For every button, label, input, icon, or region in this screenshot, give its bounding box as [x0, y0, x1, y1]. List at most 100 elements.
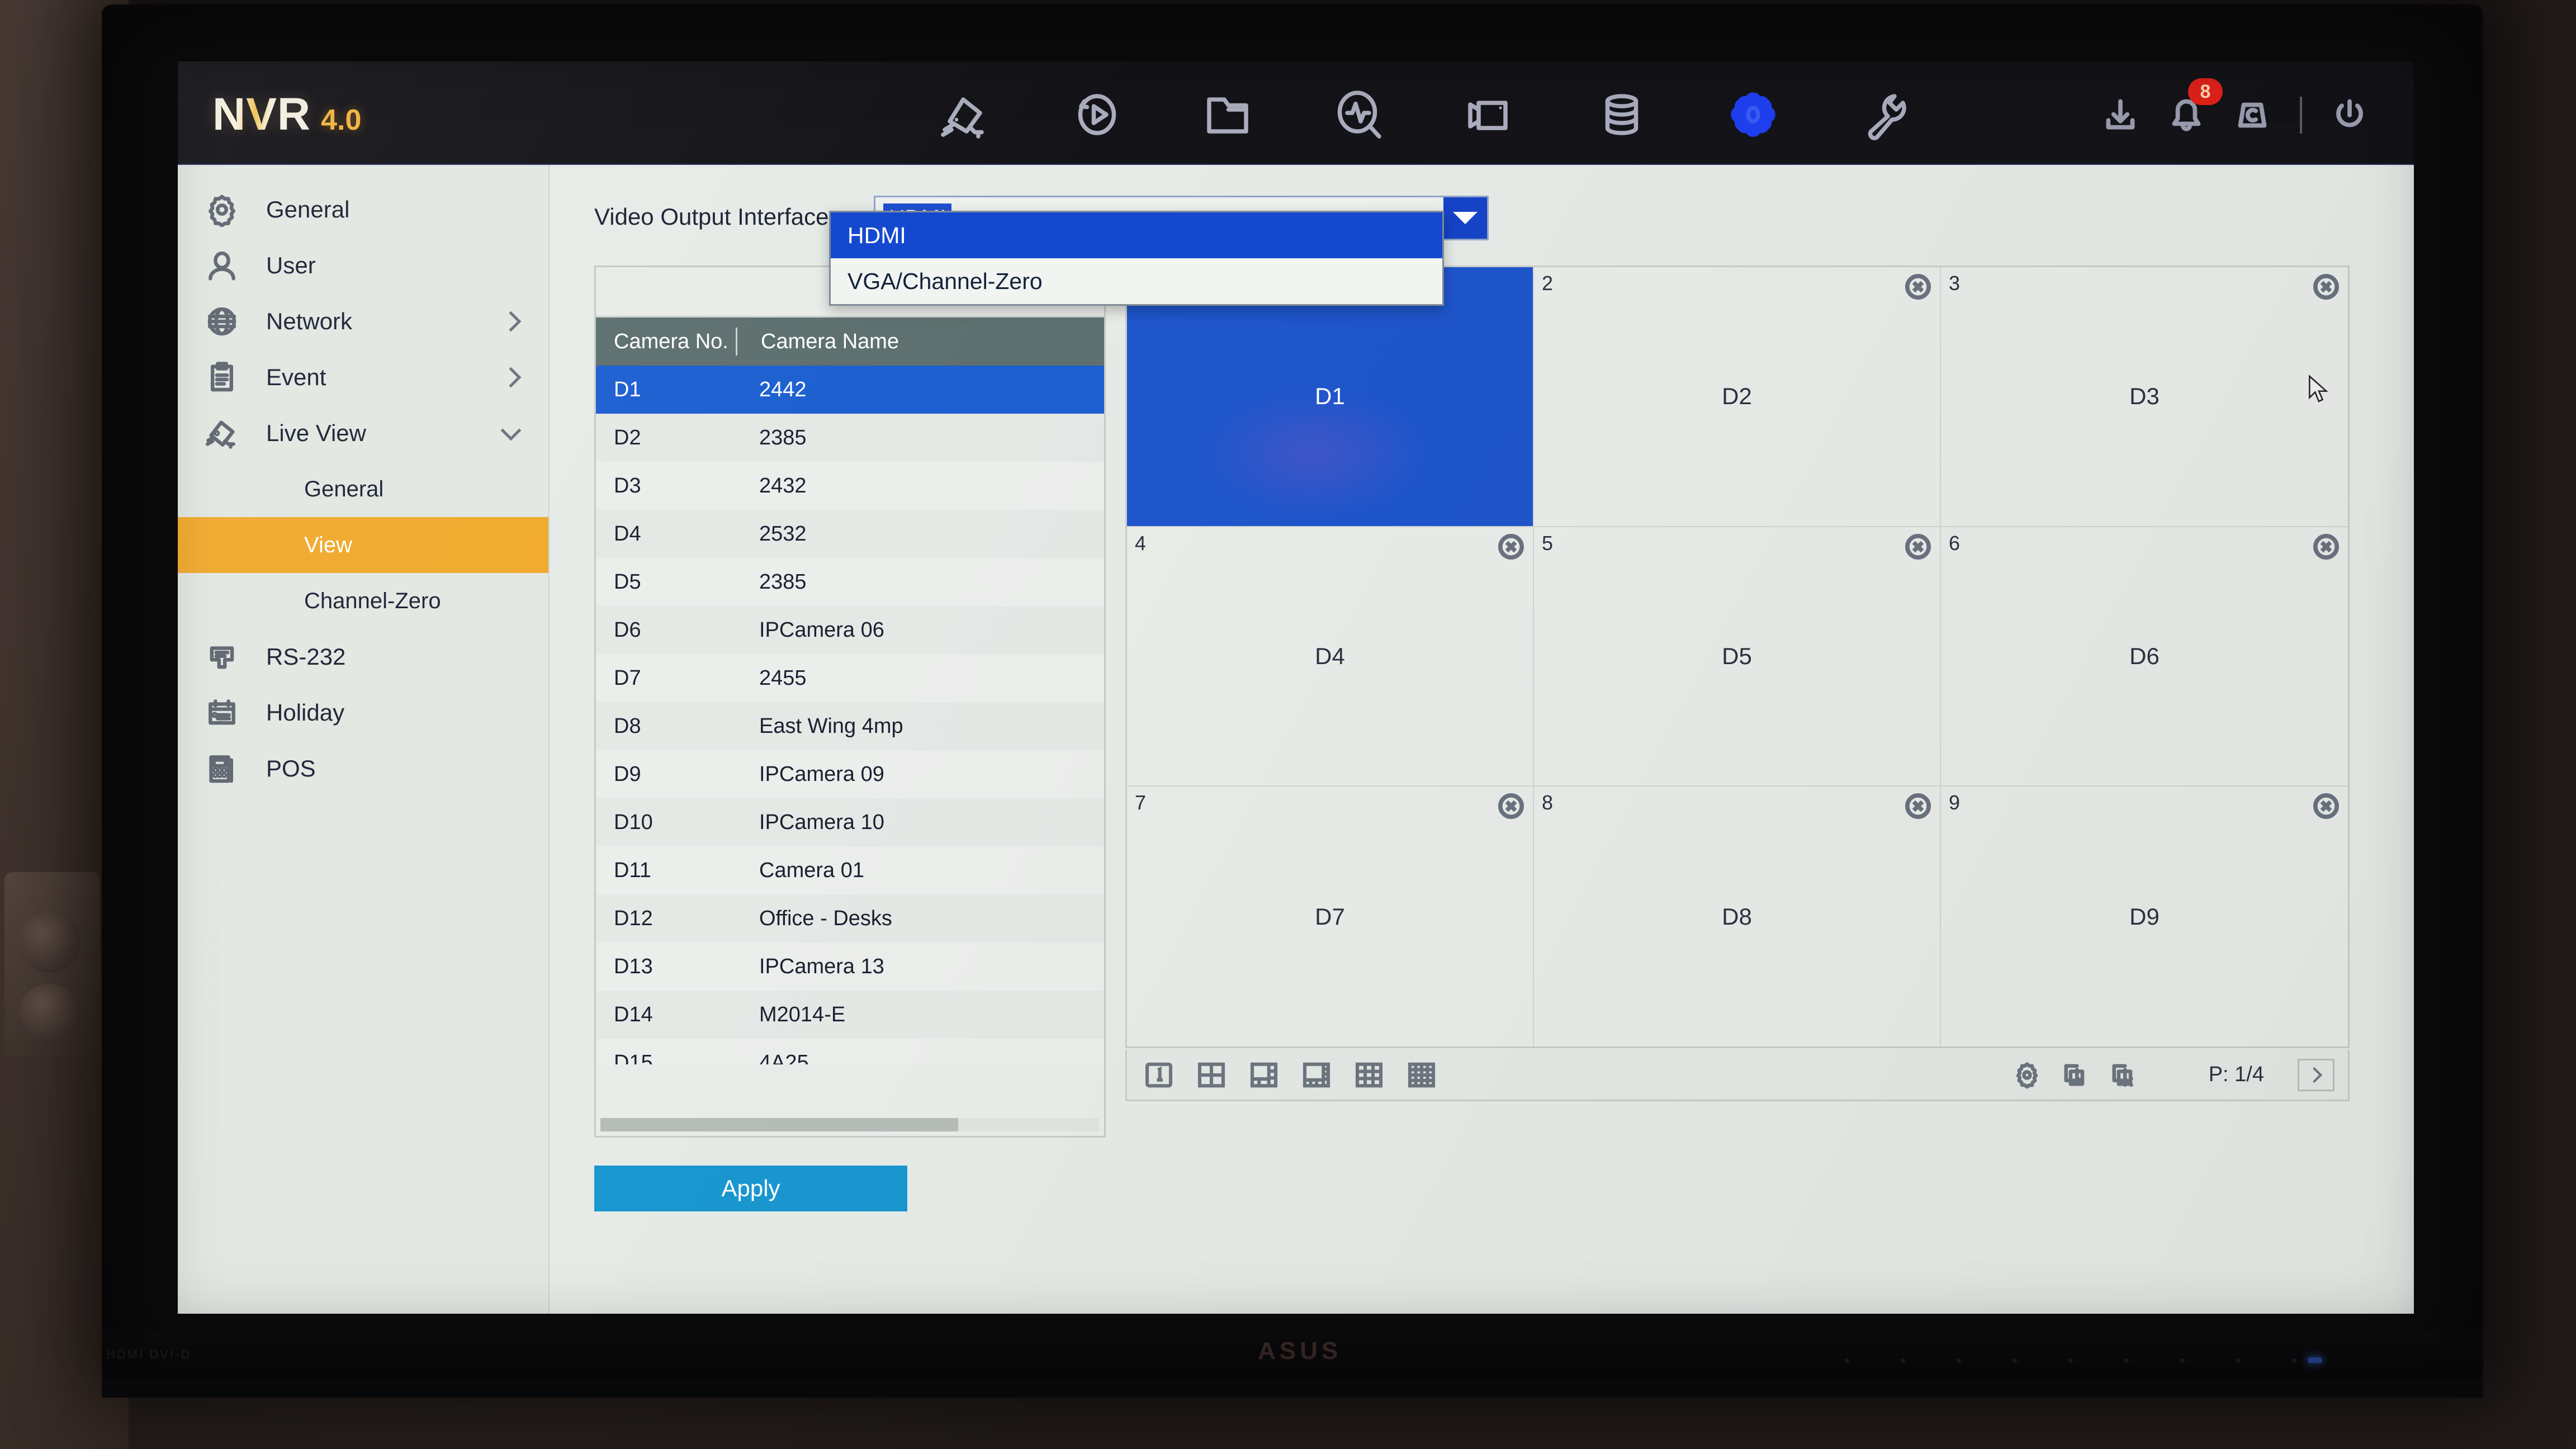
close-icon[interactable] [1905, 533, 1931, 560]
calendar-icon [205, 695, 256, 730]
bezel-dots [1845, 1358, 2348, 1370]
apply-button[interactable]: Apply [594, 1166, 907, 1211]
cell-number: 3 [1949, 272, 1961, 295]
close-icon[interactable] [1905, 274, 1931, 300]
table-row[interactable]: D2 2385 [596, 414, 1104, 462]
close-icon[interactable] [1498, 533, 1524, 560]
dropdown-option-hdmi[interactable]: HDMI [831, 212, 1442, 258]
cell-camera-name: 2442 [759, 377, 807, 401]
cell-number: 2 [1542, 272, 1554, 295]
layout-1plus7-button[interactable] [1296, 1058, 1337, 1092]
table-row[interactable]: D6 IPCamera 06 [596, 606, 1104, 654]
sidebar-item-general[interactable]: General [178, 182, 548, 238]
sidebar-label: User [266, 252, 316, 278]
start-sequence-icon[interactable] [2051, 1058, 2099, 1092]
table-row[interactable]: D12 Office - Desks [596, 894, 1104, 943]
cell-camera-no: D2 [614, 425, 641, 449]
grid-cell[interactable]: 1 D1 [1127, 267, 1534, 527]
top-navigation-bar: NVR 4.0 8 [178, 61, 2414, 165]
grid-cell[interactable]: 4 D4 [1127, 527, 1534, 787]
sidebar-item-view[interactable]: View [178, 517, 548, 573]
layout-1x1-button[interactable] [1138, 1058, 1180, 1092]
sidebar-label: Live View [266, 420, 366, 446]
cell-camera-label: D1 [1315, 383, 1345, 410]
nav-camera-icon[interactable] [899, 84, 1030, 145]
layout-2x2-button[interactable] [1191, 1058, 1232, 1092]
sidebar-item-holiday[interactable]: Holiday [178, 685, 548, 741]
table-row[interactable]: D4 2532 [596, 510, 1104, 558]
table-row[interactable]: D1 2442 [596, 366, 1104, 414]
cell-camera-name: 2432 [759, 473, 807, 498]
grid-cell[interactable]: 9 D9 [1941, 787, 2348, 1046]
close-icon[interactable] [1498, 793, 1524, 820]
page-indicator: P: 1/4 [2208, 1063, 2264, 1086]
cell-camera-name: East Wing 4mp [759, 714, 903, 738]
pos-icon [205, 751, 256, 786]
chevron-right-icon [2306, 1067, 2323, 1083]
cell-camera-no: D12 [614, 906, 653, 930]
table-row[interactable]: D14 M2014-E [596, 991, 1104, 1039]
scrollbar-thumb[interactable] [600, 1118, 958, 1131]
table-row[interactable]: D7 2455 [596, 654, 1104, 702]
grid-cell[interactable]: 8 D8 [1534, 787, 1941, 1046]
table-row[interactable]: D8 East Wing 4mp [596, 702, 1104, 750]
siren-icon[interactable] [2219, 88, 2285, 142]
table-row[interactable]: D3 2432 [596, 462, 1104, 510]
sidebar-label: RS-232 [266, 643, 346, 670]
stop-sequence-icon[interactable] [2099, 1058, 2147, 1092]
nav-folder-icon[interactable] [1162, 84, 1293, 145]
cell-camera-name: IPCamera 09 [759, 762, 884, 786]
nav-storage-icon[interactable] [1556, 84, 1687, 145]
cell-camera-label: D8 [1722, 903, 1752, 930]
sidebar-item-pos[interactable]: POS [178, 741, 548, 797]
table-row[interactable]: D13 IPCamera 13 [596, 943, 1104, 991]
sidebar-item-rs232[interactable]: RS-232 [178, 629, 548, 685]
cell-camera-no: D9 [614, 762, 641, 786]
cell-camera-no: D15 [614, 1050, 653, 1065]
close-icon[interactable] [1905, 793, 1931, 820]
gear-icon[interactable] [2003, 1058, 2051, 1092]
table-row[interactable]: D5 2385 [596, 558, 1104, 606]
bell-icon[interactable]: 8 [2153, 78, 2223, 142]
cell-camera-label: D3 [2129, 383, 2160, 410]
nav-camcorder-icon[interactable] [1424, 84, 1556, 145]
table-row[interactable]: D11 Camera 01 [596, 846, 1104, 894]
next-page-button[interactable] [2298, 1058, 2334, 1091]
content-pane: Video Output Interface HDMI HDMI VGA/Cha… [550, 165, 2414, 1314]
cell-camera-name: 2385 [759, 425, 807, 449]
sidebar-item-live-view[interactable]: Live View [178, 405, 548, 461]
sidebar-label: Event [266, 364, 326, 390]
download-icon[interactable] [2087, 88, 2153, 142]
nav-smart-search-icon[interactable] [1293, 84, 1424, 145]
sidebar-item-network[interactable]: Network [178, 293, 548, 349]
grid-cell[interactable]: 6 D6 [1941, 527, 2348, 787]
sidebar-item-live-view-general[interactable]: General [178, 461, 548, 517]
nav-maintenance-icon[interactable] [1819, 84, 1950, 145]
power-led [2308, 1357, 2322, 1363]
table-row[interactable]: D15 4A25 [596, 1039, 1104, 1064]
sidebar-item-channel-zero[interactable]: Channel-Zero [178, 573, 548, 629]
nav-system-config-icon[interactable] [1687, 84, 1819, 145]
nav-playback-icon[interactable] [1030, 84, 1162, 145]
grid-cell[interactable]: 7 D7 [1127, 787, 1534, 1046]
sidebar-label: Network [266, 308, 353, 334]
grid-cell[interactable]: 2 D2 [1534, 267, 1941, 527]
sidebar-item-event[interactable]: Event [178, 349, 548, 405]
close-icon[interactable] [2313, 793, 2339, 820]
grid-cell[interactable]: 5 D5 [1534, 527, 1941, 787]
power-icon[interactable] [2317, 88, 2383, 142]
sidebar-item-user[interactable]: User [178, 238, 548, 293]
table-horizontal-scrollbar[interactable] [600, 1118, 1099, 1131]
cell-camera-name: IPCamera 13 [759, 954, 884, 978]
layout-3x3-button[interactable] [1348, 1058, 1390, 1092]
close-icon[interactable] [2313, 274, 2339, 300]
grid-cell[interactable]: 3 D3 [1941, 267, 2348, 527]
close-icon[interactable] [2313, 533, 2339, 560]
chevron-down-icon[interactable] [1443, 197, 1487, 239]
dropdown-option-vga-channel-zero[interactable]: VGA/Channel-Zero [831, 258, 1442, 304]
layout-4x4-button[interactable] [1401, 1058, 1442, 1092]
table-row[interactable]: D10 IPCamera 10 [596, 798, 1104, 846]
table-row[interactable]: D9 IPCamera 09 [596, 750, 1104, 798]
cell-camera-name: 4A25 [759, 1050, 809, 1065]
layout-1plus5-button[interactable] [1243, 1058, 1285, 1092]
